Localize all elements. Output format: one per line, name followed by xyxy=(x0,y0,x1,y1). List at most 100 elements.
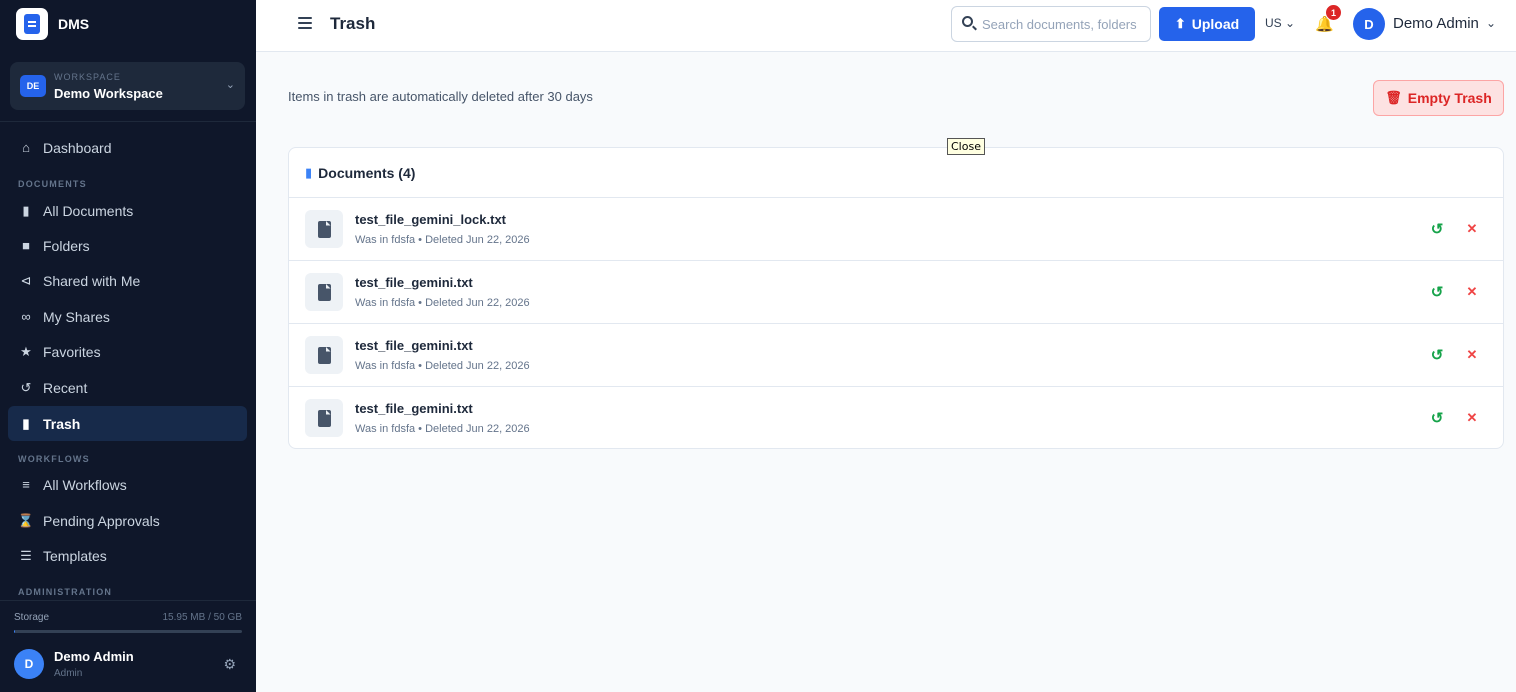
link-icon: ∞ xyxy=(21,309,31,324)
file-icon xyxy=(305,210,343,248)
documents-card: ▮ Documents (4) test_file_gemini_lock.tx… xyxy=(288,147,1504,449)
storage-bar xyxy=(14,630,242,633)
close-icon[interactable]: ✕ xyxy=(1463,409,1481,427)
card-title: Documents (4) xyxy=(318,164,416,181)
file-meta: Was in fdsfa • Deleted Jun 22, 2026 xyxy=(355,360,530,372)
star-icon: ★ xyxy=(20,343,32,359)
file-name: test_file_gemini_lock.txt xyxy=(355,212,506,227)
user-menu[interactable]: Demo Admin xyxy=(1393,15,1479,32)
sidebar-item-label: Trash xyxy=(43,415,81,432)
sidebar-divider xyxy=(0,121,256,122)
storage-label: Storage xyxy=(14,612,50,623)
sidebar-user-role: Admin xyxy=(54,668,83,679)
sidebar-item-recent[interactable]: ↺ Recent xyxy=(8,370,247,405)
home-icon: ⌂ xyxy=(22,140,30,155)
history-icon: ↺ xyxy=(20,379,32,395)
sidebar-user-name: Demo Admin xyxy=(54,649,134,664)
workspace-caption: WORKSPACE xyxy=(54,72,121,82)
restore-icon[interactable]: ↺ xyxy=(1428,409,1446,427)
sidebar-item-trash[interactable]: ▮ Trash xyxy=(8,406,247,441)
brand[interactable]: DMS xyxy=(16,8,89,40)
workspace-name: Demo Workspace xyxy=(54,86,163,101)
sidebar-item-dashboard[interactable]: ⌂ Dashboard xyxy=(8,130,247,165)
empty-trash-label: Empty Trash xyxy=(1407,90,1492,106)
restore-icon[interactable]: ↺ xyxy=(1428,346,1446,364)
sidebar-item-favorites[interactable]: ★ Favorites xyxy=(8,334,247,369)
search-box[interactable] xyxy=(951,6,1151,42)
upload-icon: ⬆ xyxy=(1174,16,1186,31)
restore-icon[interactable]: ↺ xyxy=(1428,220,1446,238)
sidebar-item-all-workflows[interactable]: ≡ All Workflows xyxy=(8,467,247,502)
search-input[interactable] xyxy=(982,13,1147,35)
trash-icon: 🗑 xyxy=(1385,90,1402,105)
trash-icon: ▮ xyxy=(22,415,30,431)
file-name: test_file_gemini.txt xyxy=(355,338,473,353)
section-documents: DOCUMENTS xyxy=(18,179,87,189)
sidebar-item-label: Favorites xyxy=(43,343,101,360)
close-icon[interactable]: ✕ xyxy=(1463,283,1481,301)
file-icon xyxy=(305,273,343,311)
topbar: Trash ⬆ Upload US ⌄ 🔔 1 D Demo Admin ⌄ xyxy=(256,0,1516,52)
sidebar-item-my-shares[interactable]: ∞ My Shares xyxy=(8,299,247,334)
layers-icon: ☰ xyxy=(20,547,32,563)
tooltip: Close xyxy=(947,138,985,155)
hourglass-icon: ⌛ xyxy=(17,512,35,528)
sidebar-item-label: Shared with Me xyxy=(43,272,141,289)
table-row: test_file_gemini.txt Was in fdsfa • Dele… xyxy=(289,387,1503,448)
sidebar-item-label: Pending Approvals xyxy=(43,512,160,529)
file-icon: ▮ xyxy=(22,202,30,218)
close-icon[interactable]: ✕ xyxy=(1463,220,1481,238)
hamburger-menu-icon[interactable] xyxy=(298,17,312,29)
storage-value: 15.95 MB / 50 GB xyxy=(162,612,243,623)
file-icon xyxy=(305,336,343,374)
close-icon[interactable]: ✕ xyxy=(1463,346,1481,364)
sidebar-item-label: Folders xyxy=(43,237,90,254)
sidebar-item-all-documents[interactable]: ▮ All Documents xyxy=(8,193,247,228)
section-administration: ADMINISTRATION xyxy=(18,587,113,597)
table-row: test_file_gemini.txt Was in fdsfa • Dele… xyxy=(289,324,1503,387)
file-name: test_file_gemini.txt xyxy=(355,401,473,416)
file-meta: Was in fdsfa • Deleted Jun 22, 2026 xyxy=(355,423,530,435)
empty-trash-button[interactable]: 🗑 Empty Trash xyxy=(1373,80,1504,116)
table-row: test_file_gemini_lock.txt Was in fdsfa •… xyxy=(289,198,1503,261)
sidebar: DMS DE WORKSPACE Demo Workspace ⌄ ⌂ Dash… xyxy=(0,0,256,692)
chevron-down-icon: ⌄ xyxy=(1285,16,1296,30)
sidebar-item-templates[interactable]: ☰ Templates xyxy=(8,538,247,573)
storage-bar-fill xyxy=(14,630,16,633)
sidebar-item-folders[interactable]: ■ Folders xyxy=(8,228,247,263)
file-name: test_file_gemini.txt xyxy=(355,275,473,290)
avatar[interactable]: D xyxy=(1353,8,1385,40)
chevron-down-icon[interactable]: ⌄ xyxy=(1486,16,1496,30)
file-icon: ▮ xyxy=(305,164,313,180)
gear-icon[interactable]: ⚙ xyxy=(223,656,236,673)
brand-name: DMS xyxy=(58,16,90,32)
sidebar-item-label: Recent xyxy=(43,379,88,396)
file-icon xyxy=(305,399,343,437)
storage-panel: Storage 15.95 MB / 50 GB D Demo Admin Ad… xyxy=(0,600,256,692)
sidebar-item-pending-approvals[interactable]: ⌛ Pending Approvals xyxy=(8,503,247,538)
sidebar-item-label: My Shares xyxy=(43,308,110,325)
notification-badge: 1 xyxy=(1326,5,1341,20)
avatar[interactable]: D xyxy=(14,649,44,679)
search-icon xyxy=(962,16,973,27)
sidebar-item-label: All Documents xyxy=(43,202,134,219)
section-workflows: WORKFLOWS xyxy=(18,454,90,464)
share-icon: ⊲ xyxy=(20,272,32,288)
document-logo-icon xyxy=(16,8,48,40)
restore-icon[interactable]: ↺ xyxy=(1428,283,1446,301)
language-label: US xyxy=(1265,16,1282,30)
card-header: ▮ Documents (4) xyxy=(289,148,1503,198)
upload-button[interactable]: ⬆ Upload xyxy=(1159,7,1255,41)
sidebar-item-shared-with-me[interactable]: ⊲ Shared with Me xyxy=(8,263,247,298)
language-selector[interactable]: US ⌄ xyxy=(1265,16,1295,30)
workspace-switcher[interactable]: DE WORKSPACE Demo Workspace ⌄ xyxy=(10,62,245,110)
folder-icon: ■ xyxy=(22,238,30,253)
list-check-icon: ≡ xyxy=(22,477,30,492)
sidebar-item-label: Dashboard xyxy=(43,139,112,156)
upload-label: Upload xyxy=(1191,16,1240,32)
file-meta: Was in fdsfa • Deleted Jun 22, 2026 xyxy=(355,297,530,309)
file-meta: Was in fdsfa • Deleted Jun 22, 2026 xyxy=(355,234,530,246)
page-title: Trash xyxy=(330,14,376,33)
workspace-badge: DE xyxy=(20,75,46,97)
trash-notice: Items in trash are automatically deleted… xyxy=(288,89,593,104)
